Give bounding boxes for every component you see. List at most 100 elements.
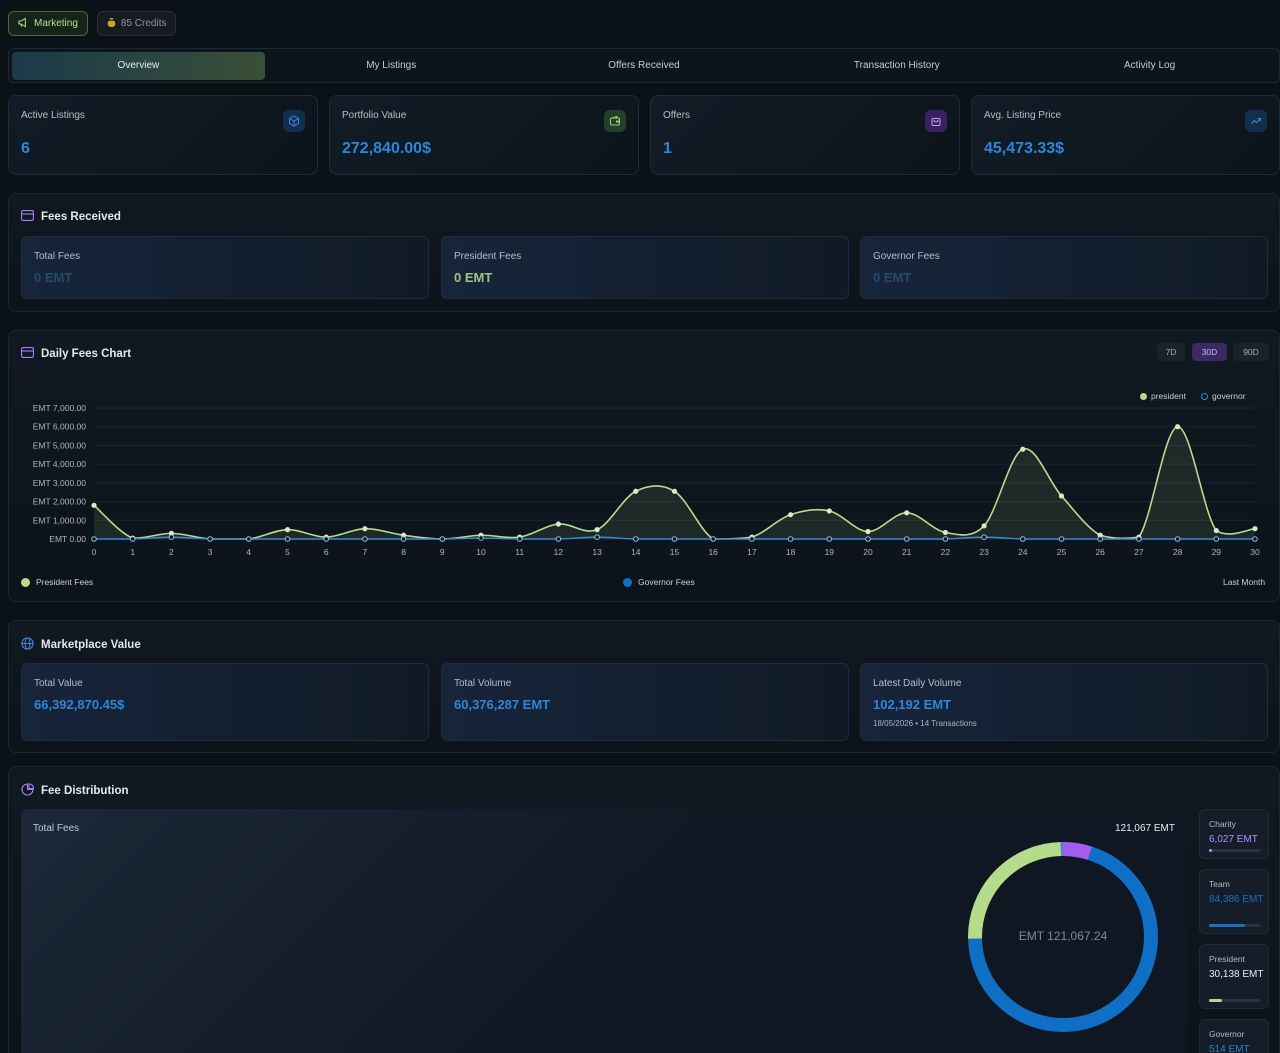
y-tick-label: EMT 3,000.00	[33, 478, 87, 488]
daily-fees-chart: EMT 0.00 EMT 1,000.00 EMT 2,000.00 EMT 3,00…	[33, 403, 1260, 557]
x-tick-label: 19	[825, 547, 835, 557]
trending-up-icon	[1245, 110, 1267, 132]
president-point	[1252, 526, 1258, 532]
governor-point	[91, 536, 97, 542]
side-progress-bar	[1209, 849, 1260, 852]
stat-value: 45,473.33$	[984, 140, 1065, 157]
fee-distribution-panel: Fee Distribution Total Fees 121,067 EMT …	[8, 766, 1280, 1053]
y-tick-label: EMT 7,000.00	[33, 403, 87, 413]
tab-overview[interactable]: Overview	[12, 51, 265, 80]
tab-offers-received[interactable]: Offers Received	[518, 52, 771, 80]
side-progress-fill	[1209, 924, 1245, 927]
side-label: Team	[1209, 879, 1230, 889]
donut-center-label: EMT 121,067.24	[1018, 929, 1108, 943]
side-card-president: President 30,138 EMT	[1199, 944, 1269, 1009]
tab-transaction-history[interactable]: Transaction History	[770, 52, 1023, 80]
legend-governor-fees[interactable]: Governor Fees	[623, 577, 695, 587]
latest-daily-volume-card: Latest Daily Volume 102,192 EMT 18/05/20…	[860, 663, 1268, 741]
panel-title-text: Fee Distribution	[41, 785, 129, 797]
marketing-button[interactable]: Marketing	[8, 11, 88, 36]
x-tick-label: 3	[208, 547, 213, 557]
side-progress-bar	[1209, 924, 1260, 927]
governor-point	[168, 534, 175, 540]
fees-received-panel: Fees Received Total Fees 0 EMT President…	[8, 193, 1280, 312]
card-value: 0 EMT	[873, 270, 912, 285]
governor-point	[439, 536, 446, 542]
governor-point	[555, 536, 562, 542]
y-tick-label: EMT 2,000.00	[33, 497, 87, 507]
x-tick-label: 13	[592, 547, 602, 557]
main-tabs: Overview My Listings Offers Received Tra…	[8, 48, 1280, 83]
president-point	[904, 510, 910, 516]
president-point	[981, 523, 987, 529]
period-label: Last Month	[1223, 577, 1266, 587]
side-progress-bar	[1209, 999, 1260, 1002]
pie-chart-icon	[21, 783, 35, 799]
side-value: 84,386 EMT	[1209, 894, 1264, 905]
x-tick-label: 8	[401, 547, 406, 557]
card-label: Total Volume	[454, 678, 512, 689]
side-value: 514 EMT	[1209, 1044, 1250, 1053]
governor-point	[1213, 536, 1220, 542]
president-point	[1020, 446, 1026, 452]
x-tick-label: 15	[670, 547, 680, 557]
x-tick-label: 12	[554, 547, 564, 557]
governor-point	[981, 534, 987, 540]
side-card-charity: Charity 6,027 EMT	[1199, 809, 1269, 859]
stat-value: 6	[21, 140, 30, 157]
card-label: Governor Fees	[873, 251, 940, 262]
governor-point	[633, 536, 639, 542]
card-label: Total Value	[34, 678, 83, 689]
y-tick-label: EMT 6,000.00	[33, 422, 87, 432]
x-tick-label: 26	[1095, 547, 1105, 557]
x-tick-label: 27	[1134, 547, 1144, 557]
governor-point	[516, 536, 523, 542]
side-value: 30,138 EMT	[1209, 969, 1264, 980]
side-progress-fill	[1209, 849, 1212, 852]
fee-distribution-title: Fee Distribution	[21, 783, 129, 799]
side-card-governor: Governor 514 EMT	[1199, 1019, 1269, 1053]
governor-point	[478, 535, 484, 541]
tab-activity-log[interactable]: Activity Log	[1023, 52, 1276, 80]
governor-point	[942, 536, 949, 542]
money-bag-icon	[107, 17, 116, 31]
legend-president-fees[interactable]: President Fees	[21, 577, 93, 587]
cube-icon	[283, 110, 305, 132]
stat-value: 1	[663, 140, 672, 157]
panel-title-text: Marketplace Value	[41, 639, 141, 651]
stat-card-portfolio-value: Portfolio Value 272,840.00$	[329, 95, 639, 175]
x-tick-label: 9	[440, 547, 445, 557]
governor-point	[1058, 536, 1065, 542]
x-tick-label: 16	[708, 547, 718, 557]
fees-received-title: Fees Received	[21, 210, 121, 224]
governor-point	[1174, 536, 1181, 542]
card-label: President Fees	[454, 251, 522, 262]
total-volume-card: Total Volume 60,376,287 EMT	[441, 663, 849, 741]
president-point	[788, 512, 794, 518]
tab-my-listings[interactable]: My Listings	[265, 52, 518, 80]
x-tick-label: 11	[515, 547, 524, 557]
stat-card-active-listings: Active Listings 6	[8, 95, 318, 175]
governor-point	[323, 536, 330, 542]
marketplace-value-panel: Marketplace Value Total Value 66,392,870…	[8, 620, 1280, 753]
y-tick-label: EMT 4,000.00	[33, 459, 87, 469]
president-point	[91, 502, 97, 508]
governor-point	[749, 536, 755, 542]
side-label: President	[1209, 954, 1245, 964]
president-point	[362, 526, 368, 532]
x-tick-label: 25	[1057, 547, 1067, 557]
credits-label: 85 Credits	[120, 18, 167, 29]
x-tick-label: 18	[786, 547, 796, 557]
governor-fees-card: Governor Fees 0 EMT	[860, 236, 1268, 299]
governor-point	[594, 534, 600, 540]
total-fees-distribution-card: Total Fees 121,067 EMT EMT 121,067.24	[21, 809, 1187, 1053]
governor-point	[129, 536, 136, 542]
x-tick-label: 5	[285, 547, 290, 557]
total-fees-card: Total Fees 0 EMT	[21, 236, 429, 299]
marketplace-value-title: Marketplace Value	[21, 637, 141, 653]
x-tick-label: 24	[1018, 547, 1028, 557]
x-tick-label: 6	[324, 547, 329, 557]
x-tick-label: 7	[363, 547, 368, 557]
governor-point	[671, 536, 678, 542]
card-label: Total Fees	[33, 823, 80, 834]
